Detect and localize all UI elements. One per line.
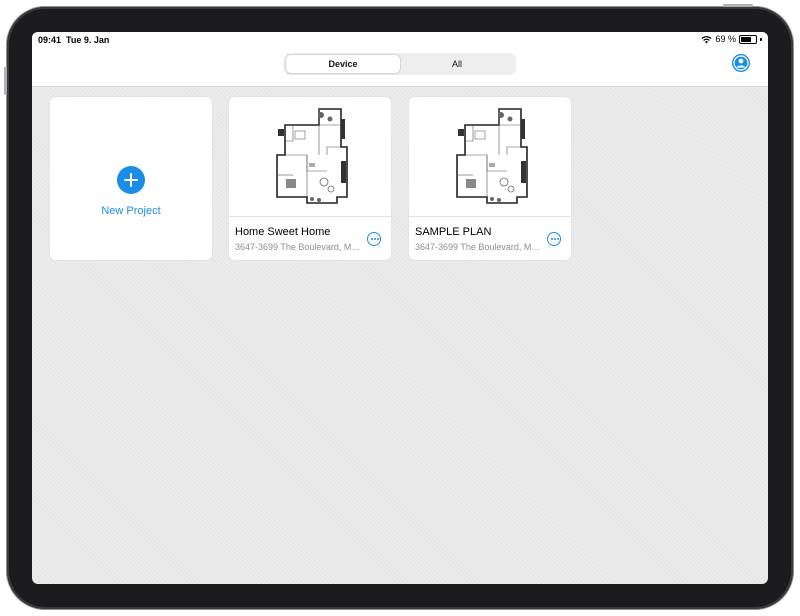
screen: 09:41 Tue 9. Jan 69 % Device All New Pro… [32, 32, 768, 584]
person-icon [733, 55, 749, 71]
segment-all[interactable]: All [400, 55, 514, 73]
ellipsis-icon[interactable] [367, 232, 381, 246]
floorplan-icon [276, 108, 348, 204]
new-project-card[interactable]: New Project [50, 97, 212, 260]
profile-button[interactable] [732, 54, 750, 72]
segment-device[interactable]: Device [286, 55, 400, 73]
project-card[interactable]: SAMPLE PLAN 3647-3699 The Boulevard, Mo.… [409, 97, 571, 260]
project-address: 3647-3699 The Boulevard, Mo... [415, 242, 543, 252]
battery-icon [739, 34, 757, 44]
project-address: 3647-3699 The Boulevard, Mo... [235, 242, 363, 252]
status-time: 09:41 [38, 35, 62, 45]
floorplan-thumbnail [409, 97, 571, 217]
status-bar: 09:41 Tue 9. Jan 69 % [32, 32, 768, 48]
plus-icon [117, 166, 145, 194]
ellipsis-icon[interactable] [547, 232, 561, 246]
floorplan-thumbnail [229, 97, 391, 217]
volume-button [4, 67, 7, 95]
segmented-control: Device All [284, 53, 516, 75]
status-date: Tue 9. Jan [66, 35, 110, 45]
new-project-label: New Project [101, 205, 161, 217]
project-title: Home Sweet Home [235, 226, 331, 238]
wifi-icon [702, 35, 712, 43]
battery-percent: 69 % [715, 34, 736, 44]
navigation-bar: Device All [32, 48, 768, 87]
battery-level [741, 36, 751, 42]
status-right: 69 % [701, 34, 762, 44]
project-title: SAMPLE PLAN [415, 226, 492, 238]
floorplan-icon [456, 108, 528, 204]
project-card[interactable]: Home Sweet Home 3647-3699 The Boulevard,… [229, 97, 391, 260]
power-button [723, 4, 753, 7]
battery-tip [760, 37, 762, 41]
